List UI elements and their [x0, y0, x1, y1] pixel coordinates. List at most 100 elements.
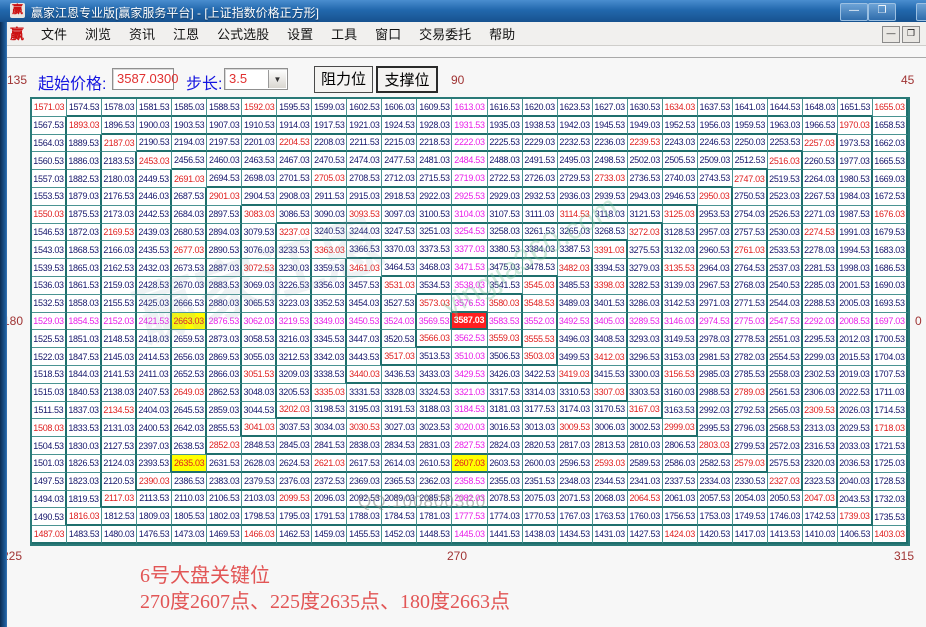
grid-cell[interactable]: 1816.03: [67, 508, 102, 526]
grid-cell[interactable]: 3226.53: [277, 277, 312, 295]
grid-cell[interactable]: 3191.53: [382, 402, 417, 420]
grid-cell[interactable]: 1994.53: [838, 241, 873, 259]
grid-cell[interactable]: 1970.03: [838, 117, 873, 135]
grid-cell[interactable]: 1795.03: [277, 508, 312, 526]
grid-cell[interactable]: 3223.03: [277, 295, 312, 313]
grid-cell[interactable]: 3461.03: [347, 259, 382, 277]
menu-item-trade[interactable]: 交易委托: [410, 21, 480, 46]
grid-cell[interactable]: 2068.03: [593, 491, 628, 509]
grid-cell[interactable]: 2138.03: [102, 384, 137, 402]
grid-cell[interactable]: 1438.03: [523, 526, 558, 544]
grid-cell[interactable]: 3359.53: [312, 259, 347, 277]
grid-cell[interactable]: 1784.53: [382, 508, 417, 526]
grid-cell[interactable]: 2939.53: [593, 188, 628, 206]
grid-cell[interactable]: 3391.03: [593, 241, 628, 259]
grid-cell[interactable]: 2421.53: [137, 313, 172, 331]
grid-cell[interactable]: 1459.03: [312, 526, 347, 544]
grid-cell[interactable]: 3328.03: [382, 384, 417, 402]
grid-cell[interactable]: 1557.03: [32, 170, 67, 188]
grid-cell[interactable]: 2827.53: [452, 437, 487, 455]
grid-cell[interactable]: 1483.53: [67, 526, 102, 544]
grid-cell[interactable]: 1879.03: [67, 188, 102, 206]
grid-cell[interactable]: 2817.03: [558, 437, 593, 455]
grid-cell[interactable]: 3408.53: [593, 330, 628, 348]
grid-cell[interactable]: 1858.03: [67, 295, 102, 313]
grid-cell[interactable]: 2974.53: [698, 313, 733, 331]
grid-cell[interactable]: 2439.03: [137, 224, 172, 242]
grid-cell[interactable]: 1977.03: [838, 152, 873, 170]
grid-cell[interactable]: 1938.53: [523, 117, 558, 135]
grid-cell[interactable]: 3370.03: [382, 241, 417, 259]
grid-cell[interactable]: 2306.03: [803, 384, 838, 402]
chevron-down-icon[interactable]: ▼: [268, 70, 286, 88]
grid-cell[interactable]: 3394.53: [593, 259, 628, 277]
grid-cell[interactable]: 1749.53: [733, 508, 768, 526]
grid-cell[interactable]: 2509.03: [698, 152, 733, 170]
grid-cell[interactable]: 2012.03: [838, 330, 873, 348]
grid-cell[interactable]: 3429.53: [452, 366, 487, 384]
grid-cell[interactable]: 3062.03: [242, 313, 277, 331]
grid-cell[interactable]: 1819.53: [67, 491, 102, 509]
grid-cell[interactable]: 1490.53: [32, 508, 67, 526]
grid-cell[interactable]: 1865.03: [67, 259, 102, 277]
grid-cell[interactable]: 3562.53: [452, 330, 487, 348]
grid-cell[interactable]: 3576.53: [452, 295, 487, 313]
grid-cell[interactable]: 3342.03: [312, 348, 347, 366]
menu-item-formula-stockpick[interactable]: 公式选股: [208, 21, 278, 46]
grid-cell[interactable]: 1529.03: [32, 313, 67, 331]
grid-cell[interactable]: 2897.53: [207, 206, 242, 224]
grid-cell[interactable]: 2334.03: [698, 473, 733, 491]
grid-cell[interactable]: 3107.53: [488, 206, 523, 224]
grid-cell[interactable]: 3433.03: [417, 366, 452, 384]
grid-cell[interactable]: 3251.03: [417, 224, 452, 242]
grid-cell[interactable]: 2327.03: [768, 473, 803, 491]
grid-cell[interactable]: 1658.53: [873, 117, 908, 135]
grid-cell[interactable]: 1840.53: [67, 384, 102, 402]
grid-cell[interactable]: 2859.03: [207, 402, 242, 420]
grid-cell[interactable]: 3300.03: [628, 366, 663, 384]
grid-cell[interactable]: 3149.53: [663, 330, 698, 348]
grid-cell[interactable]: 2344.53: [593, 473, 628, 491]
grid-cell[interactable]: 3076.03: [242, 241, 277, 259]
grid-cell[interactable]: 2348.03: [558, 473, 593, 491]
grid-cell[interactable]: 1515.03: [32, 384, 67, 402]
grid-cell[interactable]: 3366.53: [347, 241, 382, 259]
grid-cell[interactable]: 3111.03: [523, 206, 558, 224]
grid-cell[interactable]: 1732.03: [873, 491, 908, 509]
grid-cell[interactable]: 2120.53: [102, 473, 137, 491]
grid-cell[interactable]: 2831.03: [417, 437, 452, 455]
grid-cell[interactable]: 2600.03: [523, 455, 558, 473]
grid-cell[interactable]: 2964.03: [698, 259, 733, 277]
grid-cell[interactable]: 3209.03: [277, 366, 312, 384]
grid-cell[interactable]: 3202.03: [277, 402, 312, 420]
grid-cell[interactable]: 2544.03: [768, 295, 803, 313]
grid-cell[interactable]: 2936.03: [558, 188, 593, 206]
grid-cell[interactable]: 3135.53: [663, 259, 698, 277]
grid-cell[interactable]: 2379.53: [242, 473, 277, 491]
grid-cell[interactable]: 3139.03: [663, 277, 698, 295]
grid-cell[interactable]: 2169.53: [102, 224, 137, 242]
grid-cell[interactable]: 3212.53: [277, 348, 312, 366]
grid-cell[interactable]: 2761.03: [733, 241, 768, 259]
grid-cell[interactable]: 2649.03: [172, 384, 207, 402]
grid-cell[interactable]: 1518.53: [32, 366, 67, 384]
grid-cell[interactable]: 1987.53: [838, 206, 873, 224]
grid-cell[interactable]: 2411.03: [137, 366, 172, 384]
grid-cell[interactable]: 1424.03: [663, 526, 698, 544]
grid-cell[interactable]: 1886.03: [67, 152, 102, 170]
grid-cell[interactable]: 1497.53: [32, 473, 67, 491]
grid-cell[interactable]: 3247.53: [382, 224, 417, 242]
grid-cell[interactable]: 1714.53: [873, 402, 908, 420]
grid-cell[interactable]: 2792.53: [733, 402, 768, 420]
grid-cell[interactable]: 2579.03: [733, 455, 768, 473]
grid-cell[interactable]: 3538.03: [452, 277, 487, 295]
grid-cell[interactable]: 2824.03: [488, 437, 523, 455]
grid-cell[interactable]: 2092.53: [347, 491, 382, 509]
grid-cell[interactable]: 3072.53: [242, 259, 277, 277]
grid-cell[interactable]: 1669.03: [873, 170, 908, 188]
grid-cell[interactable]: 3548.53: [523, 295, 558, 313]
grid-cell[interactable]: 2908.03: [277, 188, 312, 206]
grid-cell[interactable]: 3156.53: [663, 366, 698, 384]
grid-cell[interactable]: 1406.53: [838, 526, 873, 544]
grid-cell[interactable]: 1620.03: [523, 99, 558, 117]
